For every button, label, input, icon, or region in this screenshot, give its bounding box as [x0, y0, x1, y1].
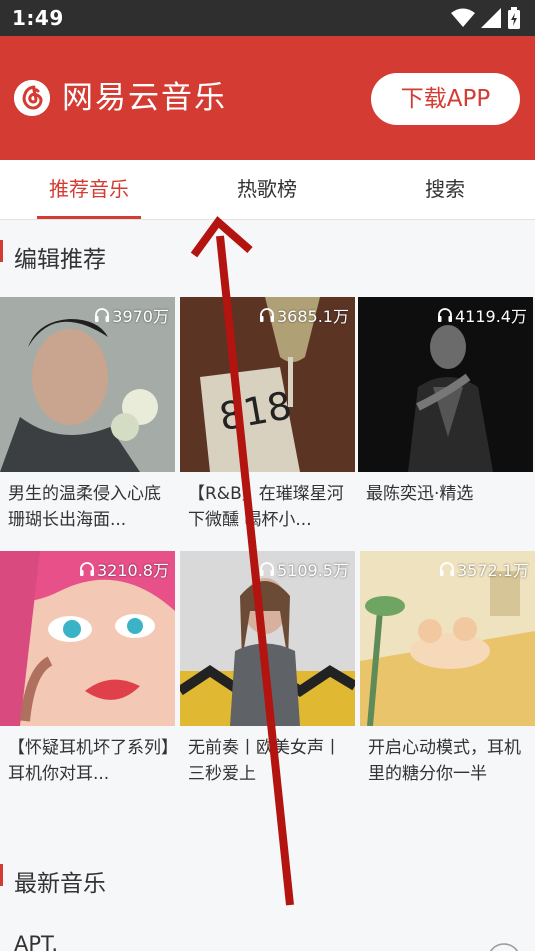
headphones-icon [440, 562, 454, 576]
headphones-icon [438, 308, 452, 322]
signal-icon [481, 8, 501, 28]
headphones-icon [95, 308, 110, 322]
play-count-value: 3970万 [112, 307, 169, 326]
playlist-title: 【R&B】在璀璨星河下微醺 喝杯小... [188, 484, 344, 530]
section-title-new-music: 最新音乐 [0, 864, 106, 904]
app-header: 网易云音乐 下载APP [0, 36, 535, 160]
playlist-title: 【怀疑耳机坏了系列】耳机你对耳... [8, 738, 170, 784]
play-count: 5109.5万 [259, 557, 349, 581]
play-count: 3685.1万 [259, 303, 349, 327]
headphones-icon [260, 308, 274, 322]
play-count: 3970万 [94, 303, 169, 327]
playlist-cover: 3572.1万 [360, 551, 535, 726]
play-count-value: 3685.1万 [277, 307, 349, 326]
play-count-value: 4119.4万 [455, 307, 527, 326]
netease-logo-icon [14, 80, 50, 116]
headphones-icon [260, 562, 274, 576]
playlist-title: 男生的温柔侵入心底 珊瑚长出海面... [8, 484, 161, 530]
playlist-title: 最陈奕迅·精选 [366, 484, 474, 504]
play-count-value: 3572.1万 [457, 561, 529, 580]
play-count-value: 3210.8万 [97, 561, 169, 580]
play-count: 4119.4万 [437, 303, 527, 327]
playlist-cover: 3970万 [0, 297, 175, 472]
wifi-icon [451, 8, 475, 27]
play-count-value: 5109.5万 [277, 561, 349, 580]
status-bar: 1:49 [0, 0, 535, 36]
battery-icon [508, 7, 520, 29]
song-item-title[interactable]: APT. [14, 932, 58, 951]
play-circle-icon[interactable] [486, 942, 522, 951]
playlist-cover: 4119.4万 [358, 297, 533, 472]
section-title-editor-pick: 编辑推荐 [0, 240, 106, 280]
headphones-icon [80, 562, 94, 576]
playlist-title: 无前奏丨欧美女声丨三秒爱上 [188, 738, 341, 784]
tab-recommend[interactable]: 推荐音乐 [0, 160, 178, 219]
playlist-cover: 3210.8万 [0, 551, 175, 726]
status-time: 1:49 [12, 6, 64, 30]
active-tab-indicator [37, 216, 141, 219]
playlist-cover: 5109.5万 [180, 551, 355, 726]
app-name: 网易云音乐 [62, 80, 227, 116]
play-count: 3210.8万 [79, 557, 169, 581]
tab-bar: 推荐音乐 热歌榜 搜索 [0, 160, 535, 220]
download-app-button[interactable]: 下载APP [371, 73, 520, 125]
playlist-title: 开启心动模式，耳机里的糖分你一半 [368, 738, 521, 784]
tab-search[interactable]: 搜索 [356, 160, 534, 219]
status-icons [451, 6, 521, 30]
play-count: 3572.1万 [439, 557, 529, 581]
playlist-cover: 818 3685.1万 [180, 297, 355, 472]
tab-hot-songs[interactable]: 热歌榜 [178, 160, 356, 219]
